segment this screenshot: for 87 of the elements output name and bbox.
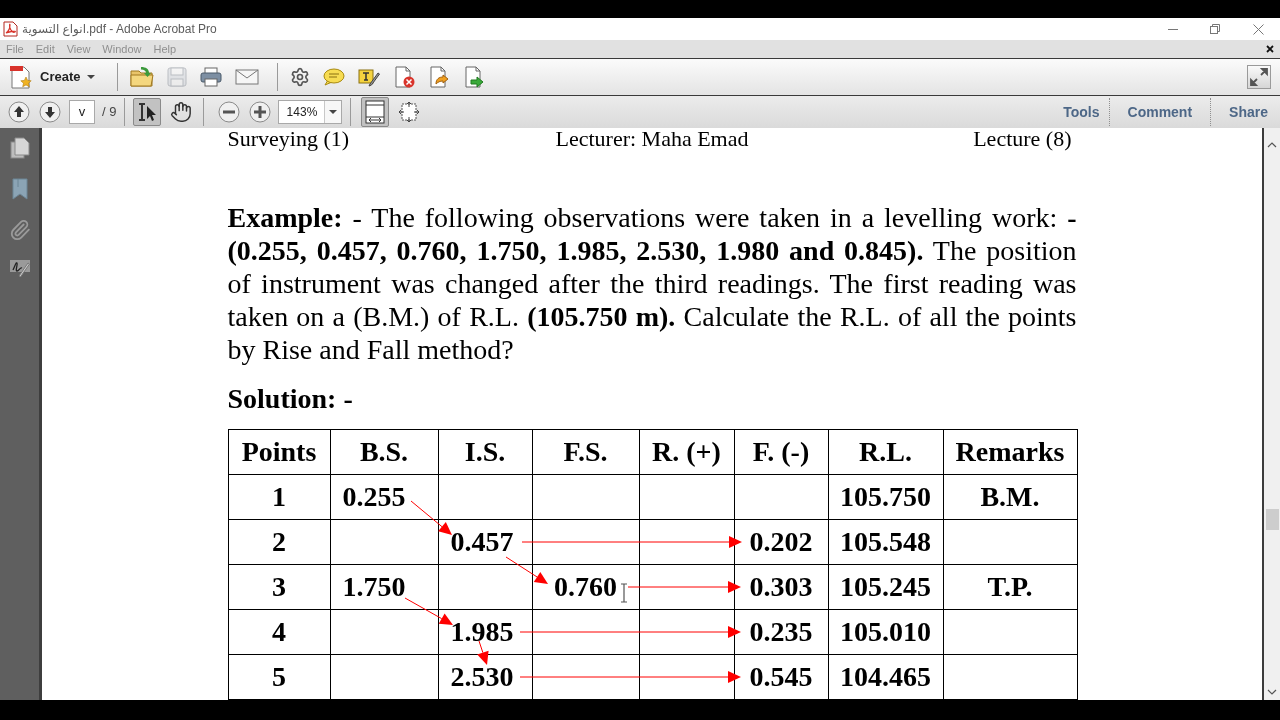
- table-cell: 3: [228, 564, 330, 610]
- table-cell: 105.548: [828, 519, 943, 565]
- page-arrows-icon: [398, 101, 421, 123]
- zoom-out-button[interactable]: [218, 101, 241, 123]
- open-button[interactable]: [128, 64, 157, 90]
- folder-arrow-icon: [130, 66, 155, 88]
- fit-page-icon: [364, 100, 387, 124]
- create-button[interactable]: Create: [9, 64, 102, 90]
- text-select-icon: [136, 101, 159, 123]
- table-cell: T.P.: [943, 564, 1077, 610]
- close-icon: [1266, 45, 1274, 53]
- column-header: R.L.: [828, 429, 943, 475]
- caret-icon: [87, 75, 96, 79]
- column-header: R. (+): [639, 429, 734, 475]
- annotation-arrow: [410, 500, 452, 535]
- restore-icon: [1210, 24, 1220, 34]
- table-cell: 105.010: [828, 609, 943, 655]
- page-number-field[interactable]: v: [69, 100, 95, 124]
- scroll-down-icon[interactable]: [1267, 689, 1277, 695]
- page-header-text: Lecture (8): [973, 128, 1072, 150]
- column-header: F. (-): [734, 429, 828, 475]
- problem-statement: Example: - The following observations were taken in a levelling work: - (0.255, 0.457, 0.760, 1.750, 1.985, 2.530, 1.980 and 0.845). The position of instrument was changed after the third readings. The first reading was taken on a (B.M.) of R.L. (105.750 m). Calculate the R.L. of all the points by Rise and Fall method?: [227, 201, 1077, 366]
- table-cell: 104.465: [828, 654, 943, 700]
- scrollbar-thumb[interactable]: [1265, 509, 1279, 530]
- table-cell: B.M.: [943, 474, 1077, 520]
- table-cell: 5: [228, 654, 330, 700]
- fit-page-button[interactable]: [361, 97, 390, 127]
- table-cell: 1: [228, 474, 330, 520]
- close-document-button[interactable]: [1265, 44, 1275, 54]
- window-title: انواع التسوية.pdf - Adobe Acrobat Pro: [22, 21, 217, 38]
- next-page-button[interactable]: [39, 101, 61, 123]
- speech-bubble-icon: [323, 68, 346, 86]
- signature-icon[interactable]: [8, 259, 31, 277]
- table-cell: 2: [228, 519, 330, 565]
- page-delete-icon: [393, 66, 416, 88]
- settings-icon: [290, 67, 311, 87]
- page-arrow-icon: [428, 66, 451, 88]
- vertical-scrollbar[interactable]: [1262, 128, 1280, 700]
- column-header: Remarks: [943, 429, 1077, 475]
- pages-icon[interactable]: [9, 137, 30, 159]
- create-document-icon: [9, 64, 33, 90]
- full-screen-button[interactable]: [1247, 65, 1271, 89]
- minimize-icon: [1168, 28, 1178, 30]
- zoom-dropdown-button[interactable]: [324, 101, 342, 123]
- column-header: I.S.: [438, 429, 532, 475]
- table-cell: 0.255: [330, 474, 438, 520]
- text-cursor-icon: [619, 583, 628, 603]
- minus-circle-icon: [218, 101, 241, 123]
- pane-tab[interactable]: Tools: [1054, 101, 1109, 123]
- annotation-arrow: [505, 556, 548, 584]
- email-button[interactable]: [233, 67, 262, 87]
- printer-icon: [200, 67, 223, 87]
- previous-page-button[interactable]: [8, 101, 30, 123]
- close-icon: [1252, 23, 1264, 35]
- solution-heading: Solution: -: [227, 383, 353, 414]
- expand-icon: [1250, 68, 1268, 86]
- annotation-arrow: [404, 597, 453, 625]
- bookmark-icon[interactable]: [9, 177, 30, 201]
- print-button[interactable]: [198, 65, 225, 89]
- table-cell: 1.750: [330, 564, 438, 610]
- scroll-up-icon[interactable]: [1267, 142, 1277, 148]
- pdf-file-icon: [3, 21, 18, 37]
- plus-circle-icon: [249, 101, 272, 123]
- page-header-text: Lecturer: Maha Emad: [555, 128, 749, 150]
- column-header: B.S.: [330, 429, 438, 475]
- caret-icon: [329, 110, 338, 114]
- page-count: / 9: [102, 103, 117, 122]
- pane-tab[interactable]: Comment: [1109, 101, 1211, 123]
- arrow-down-icon: [39, 101, 61, 123]
- zoom-field[interactable]: 143%: [278, 100, 343, 124]
- table-cell: 4: [228, 609, 330, 655]
- envelope-icon: [235, 69, 260, 85]
- paperclip-icon[interactable]: [8, 219, 31, 241]
- zoom-in-button[interactable]: [249, 101, 272, 123]
- annotation-arrow: [476, 640, 489, 665]
- pane-tab[interactable]: Share: [1211, 101, 1280, 123]
- pencil-note-icon: [358, 67, 381, 87]
- column-header: F.S.: [532, 429, 639, 475]
- select-tool-button[interactable]: [133, 98, 162, 126]
- page-header-text: Surveying (1): [227, 128, 350, 150]
- table-cell: 105.245: [828, 564, 943, 610]
- hand-icon: [170, 101, 193, 123]
- table-cell: 105.750: [828, 474, 943, 520]
- arrow-up-icon: [8, 101, 30, 123]
- comment-button[interactable]: [321, 66, 348, 88]
- page-arrow-icon: [463, 66, 486, 88]
- column-header: Points: [228, 429, 330, 475]
